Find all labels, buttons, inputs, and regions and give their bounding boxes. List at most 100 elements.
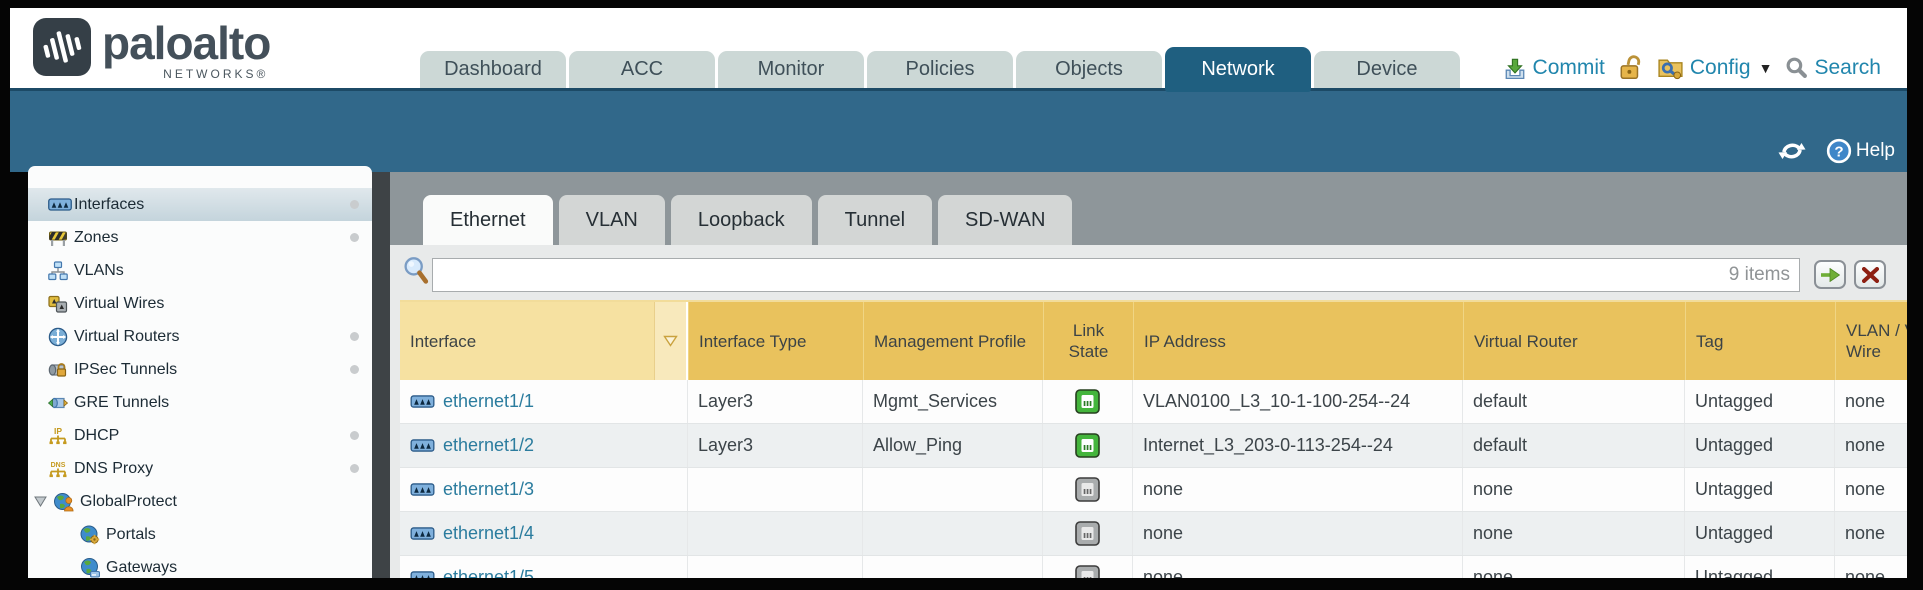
interface-type-tabs: Ethernet VLAN Loopback Tunnel SD-WAN xyxy=(423,195,1072,245)
sidebar-item-virtual-routers[interactable]: Virtual Routers xyxy=(28,320,372,353)
interface-link[interactable]: ethernet1/1 xyxy=(443,391,534,412)
commit-icon xyxy=(1503,56,1527,80)
sidebar-item-gateways[interactable]: Gateways xyxy=(28,551,372,578)
table-row[interactable]: ethernet1/1 Layer3 Mgmt_Services VLAN010… xyxy=(400,380,1907,424)
sidebar-item-globalprotect[interactable]: GlobalProtect xyxy=(28,485,372,518)
tab-sdwan[interactable]: SD-WAN xyxy=(938,195,1072,245)
col-header-interface[interactable]: Interface xyxy=(400,302,688,380)
sort-dropdown[interactable] xyxy=(654,302,688,380)
sidebar-item-gre-tunnels[interactable]: GRE Tunnels xyxy=(28,386,372,419)
link-down-icon xyxy=(1075,521,1100,546)
collapse-triangle-icon[interactable] xyxy=(34,496,47,507)
table-row[interactable]: ethernet1/3 none none Untagged none xyxy=(400,468,1907,512)
tab-device[interactable]: Device xyxy=(1314,51,1460,88)
cell-virtual-router: none xyxy=(1463,468,1685,511)
cell-interface-type: Layer3 xyxy=(688,380,863,423)
col-header-interface-type[interactable]: Interface Type xyxy=(688,302,863,380)
help-button[interactable]: ? Help xyxy=(1826,138,1895,164)
col-header-virtual-router[interactable]: Virtual Router xyxy=(1463,302,1685,380)
sidebar-item-interfaces[interactable]: Interfaces xyxy=(28,188,372,221)
cell-link-state xyxy=(1043,380,1133,423)
clear-filter-button[interactable] xyxy=(1854,260,1886,289)
status-dot xyxy=(350,200,359,209)
col-header-tag[interactable]: Tag xyxy=(1685,302,1835,380)
interface-link[interactable]: ethernet1/2 xyxy=(443,435,534,456)
tab-monitor[interactable]: Monitor xyxy=(718,51,864,88)
col-header-vlan-virtual-wire[interactable]: VLAN / Virtual Wire xyxy=(1835,302,1907,380)
interface-link[interactable]: ethernet1/5 xyxy=(443,567,534,578)
cell-interface: ethernet1/2 xyxy=(400,424,688,467)
table-row[interactable]: ethernet1/4 none none Untagged none xyxy=(400,512,1907,556)
tab-vlan[interactable]: VLAN xyxy=(559,195,665,245)
tab-dashboard[interactable]: Dashboard xyxy=(420,51,566,88)
ethernet-interface-icon xyxy=(410,395,435,408)
status-dot xyxy=(350,431,359,440)
cell-tag: Untagged xyxy=(1685,556,1835,578)
sidebar-item-label: DHCP xyxy=(74,427,119,445)
commit-button[interactable]: Commit xyxy=(1503,56,1605,80)
cell-vlan-virtual-wire: none xyxy=(1835,468,1907,511)
cell-tag: Untagged xyxy=(1685,424,1835,467)
sidebar-item-virtual-wires[interactable]: Virtual Wires xyxy=(28,287,372,320)
tab-tunnel[interactable]: Tunnel xyxy=(818,195,932,245)
link-up-icon xyxy=(1075,433,1100,458)
main-content: Ethernet VLAN Loopback Tunnel SD-WAN 9 i… xyxy=(390,172,1907,578)
cell-ip-address: VLAN0100_L3_10-1-100-254--24 xyxy=(1133,380,1463,423)
col-header-link-state[interactable]: Link State xyxy=(1043,302,1133,380)
filter-input[interactable] xyxy=(437,260,1671,290)
filter-search-icon xyxy=(402,256,430,286)
col-header-ip-address[interactable]: IP Address xyxy=(1133,302,1463,380)
sidebar-item-zones[interactable]: Zones xyxy=(28,221,372,254)
cell-interface-type: Layer3 xyxy=(688,424,863,467)
tab-acc[interactable]: ACC xyxy=(569,51,715,88)
table-row[interactable]: ethernet1/5 none none Untagged none xyxy=(400,556,1907,578)
cell-management-profile: Allow_Ping xyxy=(863,424,1043,467)
sidebar-item-vlans[interactable]: VLANs xyxy=(28,254,372,287)
globalprotect-icon xyxy=(54,492,74,512)
tab-ethernet[interactable]: Ethernet xyxy=(423,195,553,245)
sidebar-item-label: Virtual Wires xyxy=(74,295,164,313)
commit-label: Commit xyxy=(1533,56,1605,80)
tab-objects[interactable]: Objects xyxy=(1016,51,1162,88)
zones-icon xyxy=(48,228,68,248)
cell-interface: ethernet1/5 xyxy=(400,556,688,578)
tab-loopback[interactable]: Loopback xyxy=(671,195,812,245)
interface-link[interactable]: ethernet1/3 xyxy=(443,479,534,500)
cell-management-profile xyxy=(863,512,1043,555)
status-dot xyxy=(350,365,359,374)
table-row[interactable]: ethernet1/2 Layer3 Allow_Ping Internet_L… xyxy=(400,424,1907,468)
items-count: 9 items xyxy=(1729,264,1790,286)
green-arrow-icon xyxy=(1820,268,1840,282)
help-label: Help xyxy=(1856,140,1895,162)
virtual-routers-icon xyxy=(48,327,68,347)
sidebar-item-ipsec-tunnels[interactable]: IPSec Tunnels xyxy=(28,353,372,386)
svg-text:?: ? xyxy=(1834,143,1843,160)
config-label: Config xyxy=(1690,56,1751,80)
config-menu[interactable]: Config ▼ xyxy=(1657,55,1773,80)
apply-filter-button[interactable] xyxy=(1814,260,1846,289)
portals-icon xyxy=(80,525,100,545)
cell-virtual-router: default xyxy=(1463,380,1685,423)
lock-icon[interactable] xyxy=(1618,54,1644,81)
sidebar-item-portals[interactable]: Portals xyxy=(28,518,372,551)
tab-policies[interactable]: Policies xyxy=(867,51,1013,88)
sidebar-item-dhcp[interactable]: IP DHCP xyxy=(28,419,372,452)
cell-tag: Untagged xyxy=(1685,468,1835,511)
tab-network[interactable]: Network xyxy=(1165,47,1311,92)
col-header-management-profile[interactable]: Management Profile xyxy=(863,302,1043,380)
ethernet-interface-icon xyxy=(410,571,435,578)
sidebar-item-dns-proxy[interactable]: DNS DNS Proxy xyxy=(28,452,372,485)
cell-link-state xyxy=(1043,468,1133,511)
cell-virtual-router: none xyxy=(1463,556,1685,578)
link-up-icon xyxy=(1075,389,1100,414)
search-button[interactable]: Search xyxy=(1785,56,1881,80)
interface-link[interactable]: ethernet1/4 xyxy=(443,523,534,544)
status-dot xyxy=(350,464,359,473)
cell-management-profile xyxy=(863,556,1043,578)
ethernet-interface-icon xyxy=(410,483,435,496)
help-icon: ? xyxy=(1826,138,1852,164)
refresh-icon[interactable] xyxy=(1778,139,1806,163)
sidebar-item-label: Gateways xyxy=(106,559,177,577)
brand-name: paloalto xyxy=(102,17,270,69)
cell-interface: ethernet1/3 xyxy=(400,468,688,511)
